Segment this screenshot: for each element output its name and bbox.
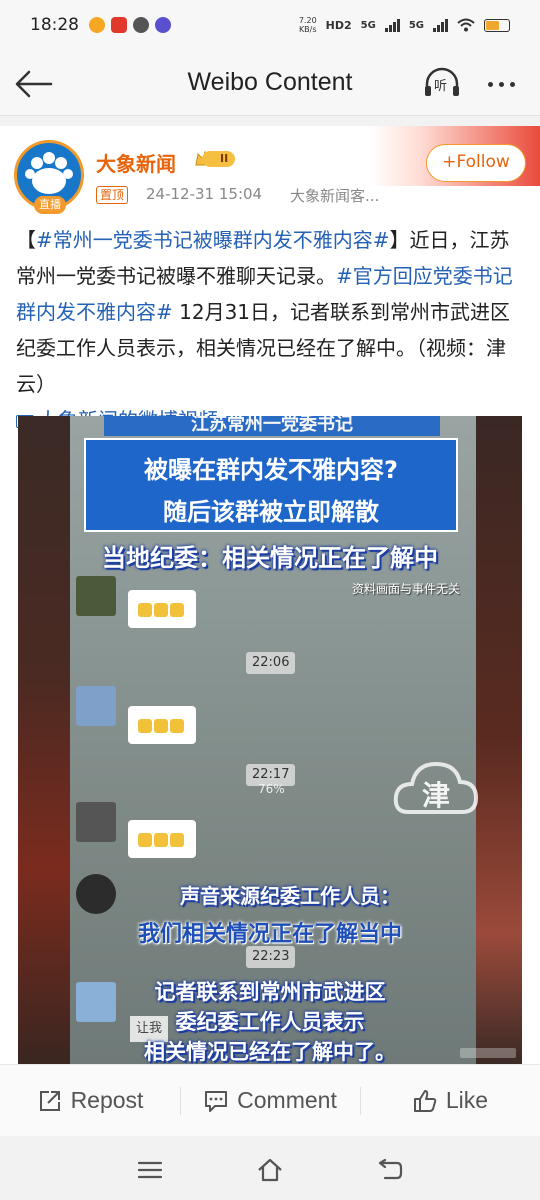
net-speed: 7.20 KB/s — [299, 16, 317, 34]
like-button[interactable]: Like — [360, 1065, 540, 1136]
thumbs-up-icon — [138, 832, 152, 847]
vip-level: II — [202, 151, 236, 167]
chat-bubble — [128, 590, 196, 628]
more-dot-icon — [488, 81, 493, 87]
menu-icon — [137, 1161, 163, 1179]
chat-bubble — [128, 706, 196, 744]
vip-badge: II — [194, 149, 236, 169]
chat-time: 22:23 — [246, 946, 296, 968]
repost-icon — [39, 1090, 60, 1111]
hashtag-link-1[interactable]: #常州一党委书记被曝群内发不雅内容# — [36, 228, 390, 252]
top-app-bar: Weibo Content 听 — [0, 50, 540, 116]
video-caption-4: 委纪委工作人员表示 — [175, 1010, 365, 1034]
video-disclaimer: 资料画面与事件无关 — [352, 582, 461, 596]
video-player[interactable]: 江苏常州一党委书记 被曝在群内发不雅内容? 随后该群被立即解散 当地纪委：相关情… — [18, 416, 522, 1064]
video-top-text: 江苏常州一党委书记 — [191, 416, 353, 435]
news-app-icon — [111, 17, 127, 33]
post-action-bar: Repost Comment Like — [0, 1064, 540, 1136]
video-caption-5: 相关情况已经在了解中了。 — [144, 1040, 396, 1064]
menu-nav-button[interactable] — [130, 1156, 170, 1184]
battery-icon — [484, 18, 510, 32]
thumbs-up-icon — [138, 718, 152, 733]
home-icon — [258, 1158, 282, 1182]
video-caption-2: 我们相关情况正在了解当中 — [137, 922, 402, 947]
video-top-banner: 江苏常州一党委书记 — [104, 416, 440, 436]
thumbs-up-icon — [154, 718, 168, 733]
repost-button[interactable]: Repost — [0, 1065, 180, 1136]
follow-button[interactable]: +Follow — [426, 144, 526, 182]
signal-icon — [384, 18, 400, 32]
thumbs-up-icon — [413, 1089, 437, 1112]
chat-time: 22:06 — [246, 652, 296, 674]
chat-avatar — [76, 802, 116, 842]
status-indicators: 7.20 KB/s HD2 5G 5G — [299, 16, 510, 34]
more-dot-icon — [499, 81, 504, 87]
status-app-icons — [89, 17, 171, 33]
listen-button[interactable]: 听 — [422, 66, 462, 102]
post-source: 大象新闻客... — [290, 187, 380, 205]
thumbs-up-icon — [154, 832, 168, 847]
status-bar: 18:28 7.20 KB/s HD2 5G 5G — [0, 0, 540, 50]
comment-button[interactable]: Comment — [180, 1065, 360, 1136]
net-speed-value: 7.20 — [298, 16, 317, 25]
more-options-button[interactable] — [488, 72, 528, 96]
thumbs-up-icon — [154, 602, 168, 617]
system-navigation-bar — [0, 1136, 540, 1200]
video-title-line-1: 被曝在群内发不雅内容? — [144, 456, 398, 484]
wechat-app-icon — [133, 17, 149, 33]
wifi-icon — [457, 18, 475, 32]
home-nav-button[interactable] — [250, 1156, 290, 1184]
thumbs-up-icon — [170, 832, 184, 847]
author-name[interactable]: 大象新闻 — [96, 148, 176, 177]
video-caption-3: 记者联系到常州市武进区 — [154, 980, 386, 1004]
chat-avatar — [76, 686, 116, 726]
live-badge: 直播 — [34, 196, 66, 214]
video-background-right — [476, 416, 522, 1064]
video-caption-1: 声音来源纪委工作人员： — [180, 884, 400, 908]
thumbs-up-icon — [138, 602, 152, 617]
video-background-left — [18, 416, 70, 1064]
thumbs-up-icon — [170, 718, 184, 733]
chat-avatar — [76, 576, 116, 616]
hd-label: HD2 — [325, 18, 352, 32]
thumbs-up-icon — [170, 602, 184, 617]
post-body: 【#常州一党委书记被曝群内发不雅内容#】近日，江苏常州一党委书记被曝不雅聊天记录… — [16, 222, 526, 438]
listen-label: 听 — [434, 79, 448, 94]
back-nav-button[interactable] — [370, 1156, 410, 1184]
watermark-text: 津 — [421, 779, 450, 812]
signal-icon-2 — [433, 18, 448, 32]
video-app-icon — [155, 17, 171, 33]
zoom-level: 76% — [258, 782, 285, 796]
jinyun-watermark: 津 — [390, 746, 482, 838]
like-label: Like — [445, 1087, 489, 1113]
pinned-badge: 置顶 — [96, 186, 129, 204]
video-title-banner: 被曝在群内发不雅内容? 随后该群被立即解散 — [84, 438, 458, 532]
comment-icon — [205, 1090, 228, 1112]
network-type-2: 5G — [408, 19, 424, 31]
weibo-app-icon — [89, 17, 105, 33]
status-time: 18:28 — [30, 15, 79, 35]
video-headline: 当地纪委：相关情况正在了解中 — [102, 544, 438, 572]
network-type-1: 5G — [360, 19, 376, 31]
text-bracket: 【 — [16, 228, 36, 252]
comment-label: Comment — [237, 1087, 337, 1113]
more-dot-icon — [510, 81, 515, 87]
video-progress-indicator — [460, 1048, 516, 1058]
repost-label: Repost — [70, 1087, 144, 1113]
return-icon — [378, 1159, 403, 1180]
chat-bubble — [128, 820, 196, 858]
net-speed-unit: KB/s — [298, 25, 317, 34]
post-timestamp: 24-12-31 15:04 — [146, 185, 263, 203]
video-title-line-2: 随后该群被立即解散 — [163, 498, 379, 526]
post-card: 直播 大象新闻 II +Follow 置顶 24-12-31 15:04 大象新… — [0, 126, 540, 1064]
